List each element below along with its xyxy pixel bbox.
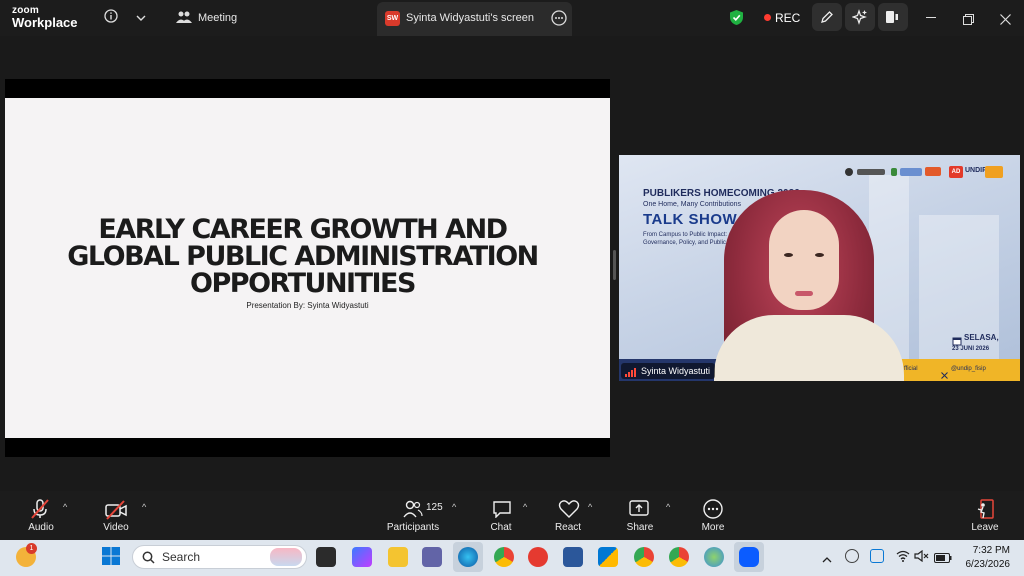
participant-video-tile[interactable]: AD UNDIP PUBLIKERS HOMECOMING 2026 One H… xyxy=(619,155,1020,381)
notification-badge: 1 xyxy=(26,543,37,554)
signal-bar xyxy=(631,370,633,377)
banner-tagline: One Home, Many Contributions xyxy=(643,201,742,208)
participant-mouth xyxy=(795,291,813,296)
leave-icon[interactable] xyxy=(975,498,997,525)
chrome-icon[interactable] xyxy=(494,547,514,567)
share-tab-label[interactable]: Syinta Widyastuti's screen xyxy=(406,12,534,24)
chat-icon[interactable] xyxy=(492,500,512,523)
share-avatar-badge: SW xyxy=(385,11,400,26)
ministry-logo-icon xyxy=(857,169,885,175)
more-icon[interactable] xyxy=(703,499,723,524)
input-method-icon[interactable] xyxy=(870,549,884,563)
participants-count: 125 xyxy=(426,502,443,513)
shield-icon[interactable] xyxy=(729,9,744,31)
banner-strip-text-left: fficial xyxy=(904,366,918,372)
search-placeholder: Search xyxy=(162,550,201,564)
chevron-down-icon[interactable] xyxy=(136,10,146,28)
sponsor-logo-icon xyxy=(925,167,941,176)
resize-handle[interactable] xyxy=(613,250,616,280)
slide-title-line-3: OPPORTUNITIES xyxy=(190,268,416,299)
chrome-profile-icon[interactable] xyxy=(669,547,689,567)
audio-label[interactable]: Audio xyxy=(1,522,81,533)
react-label[interactable]: React xyxy=(528,522,608,533)
close-icon[interactable] xyxy=(1000,12,1011,30)
participants-options-chevron-icon[interactable]: ^ xyxy=(452,502,456,512)
video-label[interactable]: Video xyxy=(76,522,156,533)
signal-bar xyxy=(628,372,630,377)
mic-muted-icon[interactable] xyxy=(29,498,51,525)
chevron-up-icon[interactable] xyxy=(822,551,832,569)
wifi-icon[interactable] xyxy=(896,549,910,567)
sponsor-logo-icon xyxy=(900,168,922,176)
rec-dot-icon xyxy=(764,14,771,21)
info-icon[interactable] xyxy=(104,9,118,28)
speaker-muted-icon[interactable] xyxy=(914,549,930,567)
sync-icon[interactable] xyxy=(845,549,859,563)
undip-logo-text: UNDIP xyxy=(965,167,987,174)
sponsor-logo-icon xyxy=(891,168,897,176)
ap-logo-icon xyxy=(985,166,1003,178)
signal-bar xyxy=(625,374,627,377)
signal-bar xyxy=(634,368,636,377)
event-day: SELASA, xyxy=(964,333,999,342)
wps-icon[interactable] xyxy=(528,547,548,567)
side-panel-icon xyxy=(885,10,899,29)
university-logo-icon xyxy=(845,168,853,176)
react-options-chevron-icon[interactable]: ^ xyxy=(588,502,592,512)
participants-label[interactable]: Participants xyxy=(373,522,453,533)
sparkle-icon xyxy=(851,9,868,30)
meeting-tab-label[interactable]: Meeting xyxy=(198,12,237,24)
chrome-profile-icon[interactable] xyxy=(634,547,654,567)
store-icon[interactable] xyxy=(598,547,618,567)
leave-label[interactable]: Leave xyxy=(945,522,1024,533)
heart-react-icon[interactable] xyxy=(558,499,580,524)
more-label[interactable]: More xyxy=(673,522,753,533)
ad-logo-icon: AD xyxy=(949,166,963,178)
windows-start-icon[interactable] xyxy=(102,547,120,570)
pencil-icon xyxy=(820,10,834,29)
copilot-icon[interactable] xyxy=(352,547,372,567)
restore-icon[interactable] xyxy=(963,12,974,30)
word-icon[interactable] xyxy=(563,547,583,567)
slide-title-line-2: GLOBAL PUBLIC ADMINISTRATION xyxy=(67,241,539,272)
file-explorer-icon[interactable] xyxy=(388,547,408,567)
chat-options-chevron-icon[interactable]: ^ xyxy=(523,502,527,512)
participant-eye xyxy=(784,253,793,257)
video-options-chevron-icon[interactable]: ^ xyxy=(142,502,146,512)
participant-eye xyxy=(815,253,824,257)
teams-icon[interactable] xyxy=(422,547,442,567)
participants-icon[interactable] xyxy=(403,500,423,523)
x-social-icon xyxy=(941,366,948,381)
participant-torso xyxy=(714,315,904,381)
more-options-icon[interactable] xyxy=(551,10,567,31)
audio-options-chevron-icon[interactable]: ^ xyxy=(63,502,67,512)
minimize-icon[interactable] xyxy=(926,17,936,19)
share-options-chevron-icon[interactable]: ^ xyxy=(666,502,670,512)
event-date: 23 JUNI 2026 xyxy=(952,346,990,352)
task-view-icon[interactable] xyxy=(316,547,336,567)
edge-icon[interactable] xyxy=(458,547,478,567)
participant-name: Syinta Widyastuti xyxy=(641,366,711,376)
slide-subtitle: Presentation By: Syinta Widyastuti xyxy=(246,301,369,310)
slide-title-line-1: EARLY CAREER GROWTH AND xyxy=(98,214,508,245)
maps-icon[interactable] xyxy=(704,547,724,567)
clock-date[interactable]: 6/23/2026 xyxy=(950,559,1011,570)
share-screen-icon[interactable] xyxy=(628,499,650,524)
rec-label[interactable]: REC xyxy=(775,11,800,25)
clock-time[interactable]: 7:32 PM xyxy=(950,545,1010,556)
share-label[interactable]: Share xyxy=(600,522,680,533)
search-icon xyxy=(142,551,155,569)
app-logo-bottom: Workplace xyxy=(12,15,78,30)
search-highlight-icon xyxy=(270,548,302,566)
meeting-icon[interactable] xyxy=(176,10,192,29)
zoom-taskbar-icon[interactable] xyxy=(739,547,759,567)
banner-strip-text-right: @undip_fisip xyxy=(951,366,986,372)
